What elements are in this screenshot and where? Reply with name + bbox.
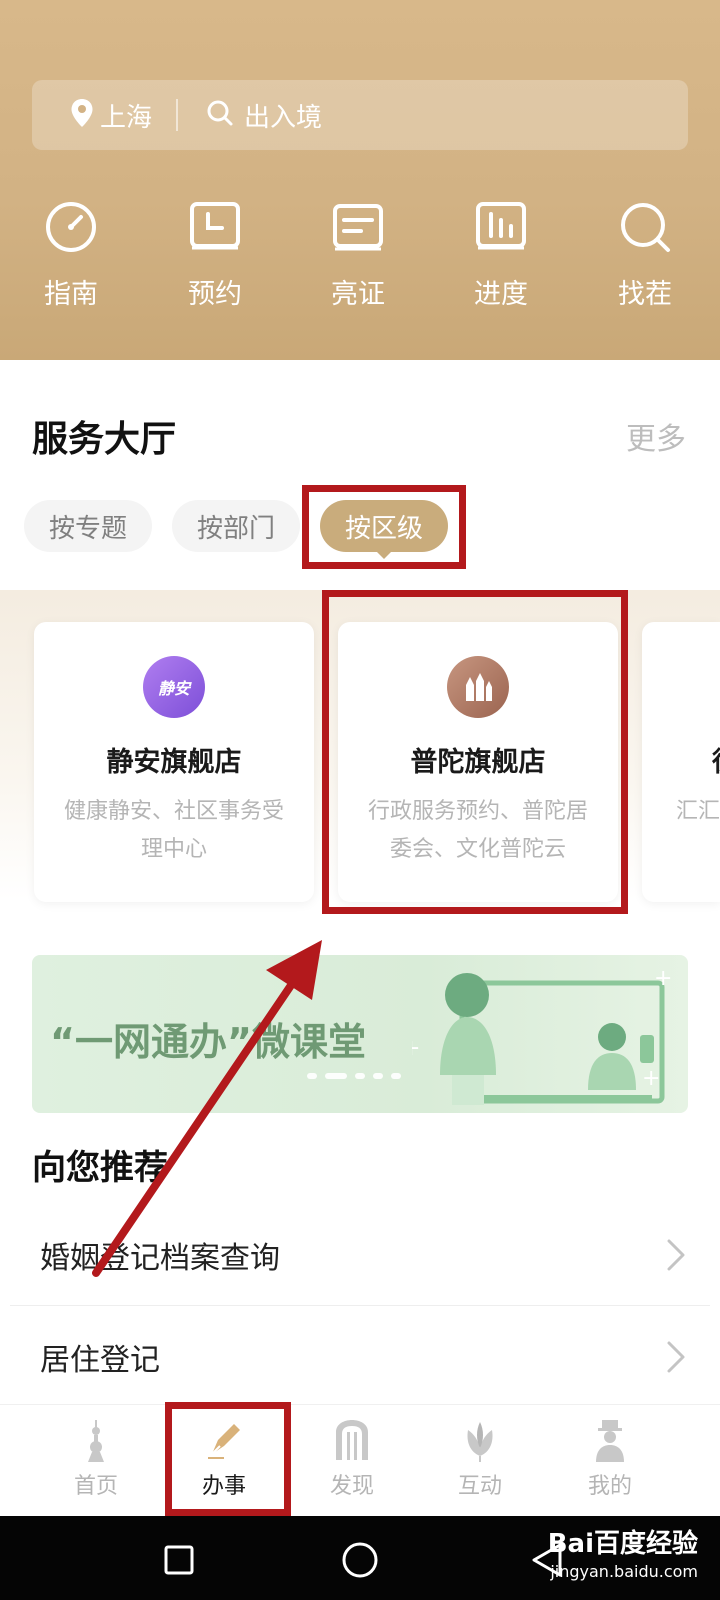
recommend-item[interactable]: 婚姻登记档案查询 — [0, 1204, 720, 1306]
tab-mine[interactable]: 我的 — [550, 1418, 670, 1508]
shortcut-label: 亮证 — [331, 279, 385, 310]
shortcut-label: 指南 — [44, 279, 98, 310]
banner-title: “一网通办”微课堂 — [50, 1020, 366, 1064]
search-bar[interactable]: 上海 出入境 — [32, 80, 688, 150]
shortcut-show-id[interactable]: 亮证 — [303, 200, 413, 320]
watermark-brand: Bai百度经验 — [547, 1529, 698, 1559]
gauge-icon — [46, 202, 96, 252]
shortcut-label: 找茬 — [618, 279, 672, 310]
id-card-icon — [333, 204, 383, 251]
more-link[interactable]: 更多 — [626, 414, 686, 458]
bar-chart-icon — [476, 202, 526, 250]
annotation-box-district-filter — [302, 485, 466, 569]
arch-icon — [336, 1420, 368, 1460]
tab-interact[interactable]: 互动 — [420, 1418, 540, 1508]
logo-text: 静安 — [157, 679, 190, 698]
tab-home[interactable]: 首页 — [36, 1418, 156, 1508]
shortcut-guide[interactable]: 指南 — [16, 200, 126, 320]
banner-dot — [307, 1073, 317, 1079]
search-input[interactable]: 出入境 — [244, 97, 322, 134]
svg-text:+: + — [412, 1036, 420, 1061]
card-description: 健康静安、社区事务受理中心 — [63, 799, 284, 862]
card-title: 静安旗舰店 — [106, 747, 242, 778]
city-selector[interactable]: 上海 — [100, 97, 152, 134]
card-title: 徐 — [712, 740, 720, 779]
chevron-right-icon — [667, 1341, 685, 1373]
banner-pagination — [307, 1073, 401, 1079]
annotation-box-putuo-card — [322, 590, 628, 914]
tab-discover[interactable]: 发现 — [292, 1418, 412, 1508]
home-circle-icon[interactable] — [341, 1541, 379, 1579]
filter-by-department[interactable]: 按部门 — [172, 500, 300, 552]
shortcut-progress[interactable]: 进度 — [446, 200, 556, 320]
recommend-title: 向您推荐 — [32, 1148, 168, 1188]
section-title: 服务大厅 — [32, 419, 177, 460]
banner-dot — [355, 1073, 365, 1079]
recent-apps-icon[interactable] — [163, 1544, 195, 1576]
shortcut-report-issue[interactable]: 找茬 — [590, 200, 700, 320]
shortcut-label: 预约 — [188, 279, 242, 310]
tab-label: 首页 — [73, 1474, 118, 1499]
recommend-item-label: 居住登记 — [40, 1343, 160, 1378]
annotation-box-services-tab — [165, 1402, 291, 1516]
teacher-illustration-icon: + + + — [412, 966, 672, 1105]
magnifier-icon — [621, 203, 670, 252]
tab-label: 互动 — [457, 1474, 502, 1499]
search-icon — [206, 99, 234, 131]
recommend-item[interactable]: 居住登记 — [0, 1306, 720, 1408]
watermark: Bai百度经验 jingyan.baidu.com — [548, 1530, 698, 1586]
shortcut-label: 进度 — [474, 279, 528, 310]
svg-text:+: + — [654, 966, 672, 991]
svg-text:+: + — [642, 1066, 660, 1091]
banner-dot — [391, 1073, 401, 1079]
clock-icon — [190, 202, 240, 250]
banner-dot — [373, 1073, 383, 1079]
store-card-jingan[interactable]: 静安 静安旗舰店 健康静安、社区事务受理中心 — [34, 622, 314, 902]
filter-by-topic[interactable]: 按专题 — [24, 500, 152, 552]
tab-label: 发现 — [329, 1474, 374, 1499]
watermark-url: jingyan.baidu.com — [550, 1562, 698, 1581]
jingan-logo-icon: 静安 — [143, 656, 205, 718]
card-description: 汇汇、 — [676, 799, 720, 824]
person-icon — [596, 1420, 624, 1462]
banner-dot-active — [325, 1073, 347, 1079]
chevron-right-icon — [667, 1239, 685, 1271]
search-divider — [176, 99, 179, 131]
store-card-partial[interactable]: 徐 汇汇、 — [642, 622, 720, 902]
micro-class-banner[interactable]: “一网通办”微课堂 + + + — [32, 955, 688, 1113]
tab-label: 我的 — [587, 1474, 632, 1499]
tower-icon — [88, 1420, 104, 1462]
magnolia-icon — [467, 1422, 493, 1462]
shortcut-appointment[interactable]: 预约 — [160, 200, 270, 320]
location-pin-icon[interactable] — [70, 98, 94, 132]
recommend-item-label: 婚姻登记档案查询 — [40, 1241, 280, 1276]
